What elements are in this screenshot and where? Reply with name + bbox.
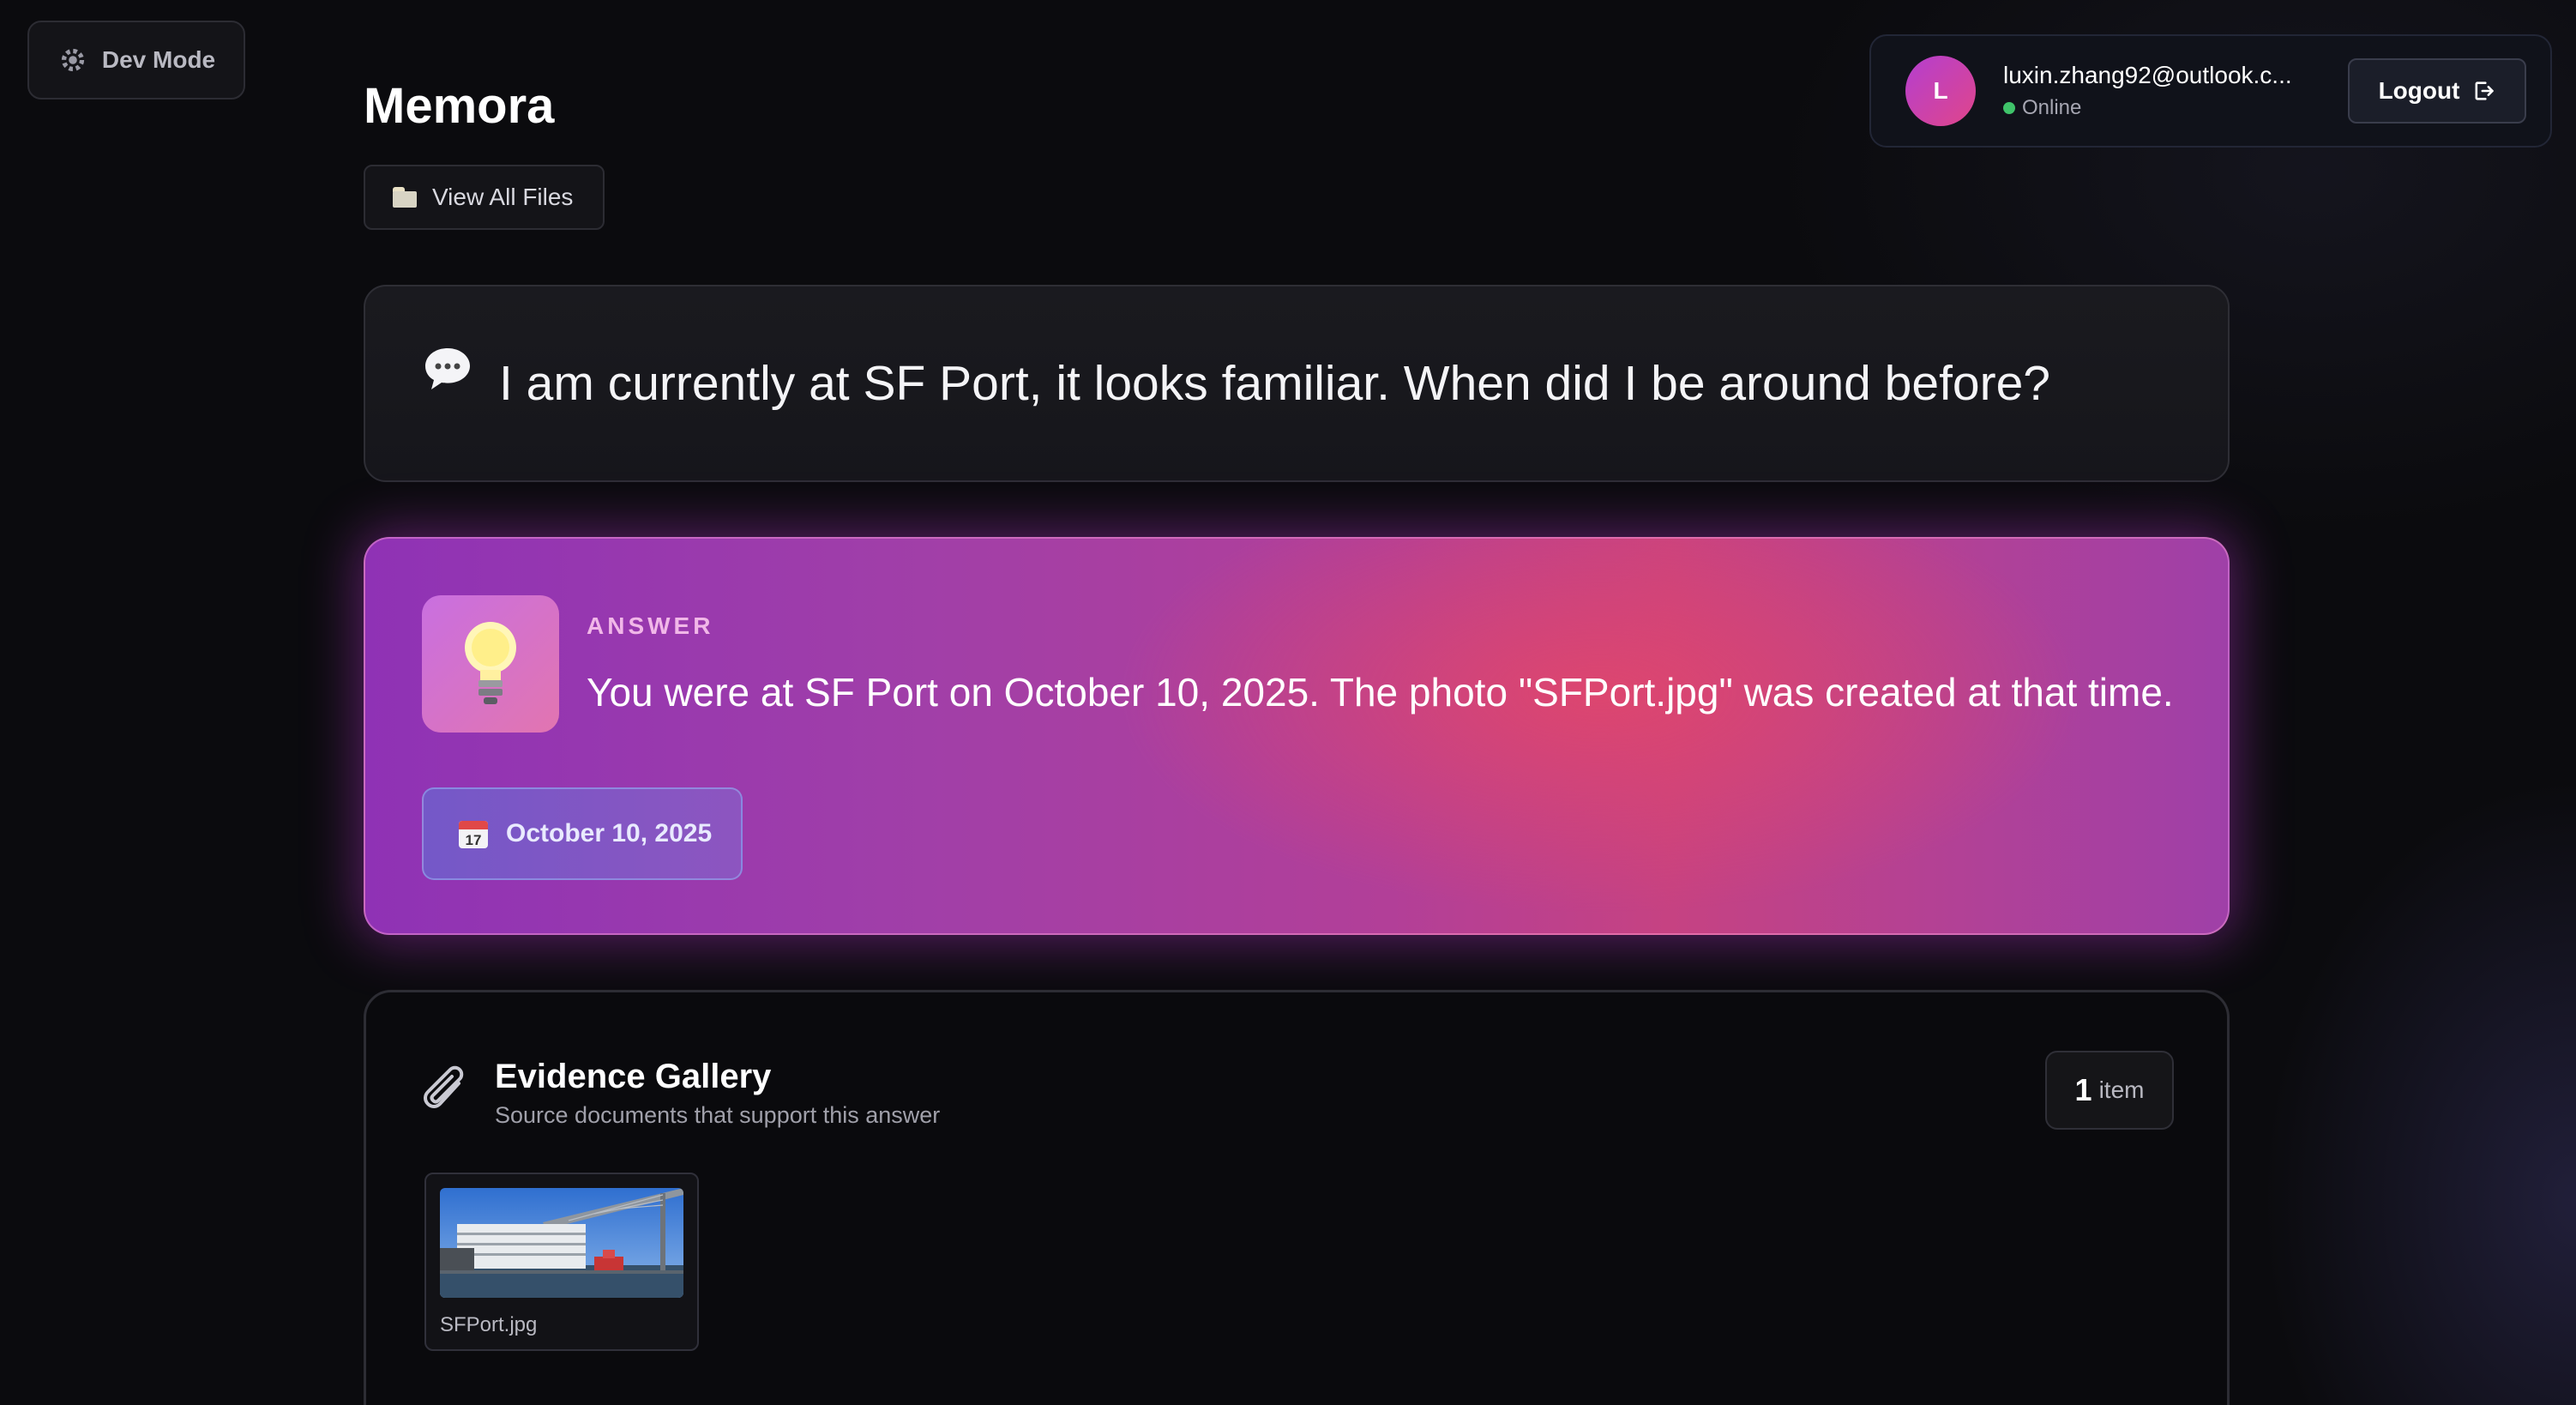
view-all-files-button[interactable]: View All Files [364,165,605,230]
evidence-gallery: Evidence Gallery Source documents that s… [364,990,2230,1405]
speech-bubble-icon [425,348,470,389]
answer-text: You were at SF Port on October 10, 2025.… [587,670,2174,715]
gallery-item[interactable]: SFPort.jpg [424,1173,699,1351]
photo-thumbnail [440,1188,683,1298]
gallery-item-name: SFPort.jpg [440,1313,538,1336]
gallery-count-badge: 1 item [2045,1051,2174,1130]
app-title: Memora [364,78,555,134]
gear-icon [61,48,84,72]
gallery-count: 1 [2074,1072,2092,1107]
dev-mode-button[interactable]: Dev Mode [27,21,245,99]
calendar-icon: 17 [459,821,488,848]
svg-text:17: 17 [466,832,482,848]
logout-label: Logout [2378,77,2460,104]
answer-card: ANSWER You were at SF Port on October 10… [364,537,2230,935]
gallery-subtitle: Source documents that support this answe… [495,1102,941,1128]
logout-icon [2475,81,2495,100]
paperclip-icon [424,1065,464,1108]
user-email: luxin.zhang92@outlook.c... [2003,62,2292,88]
user-panel: L luxin.zhang92@outlook.c... Online Logo… [1869,34,2552,148]
user-status-label: Online [2022,96,2082,119]
lightbulb-icon [465,622,516,704]
folder-icon [393,187,418,208]
answer-date: October 10, 2025 [506,819,713,847]
user-info: luxin.zhang92@outlook.c... Online [2003,62,2324,120]
question-text: I am currently at SF Port, it looks fami… [499,356,2050,411]
dev-mode-label: Dev Mode [101,46,216,73]
avatar: L [1905,56,1976,126]
view-all-files-label: View All Files [432,184,574,210]
gallery-count-unit: item [2098,1076,2145,1103]
answer-date-chip[interactable]: 17 October 10, 2025 [422,787,743,880]
answer-label: ANSWER [587,612,714,639]
online-status-dot-icon [2003,102,2015,114]
user-status: Online [2003,96,2324,120]
question-card: I am currently at SF Port, it looks fami… [364,285,2230,482]
logout-button[interactable]: Logout [2348,58,2526,124]
answer-icon-box [422,595,559,733]
gallery-title: Evidence Gallery [495,1058,772,1095]
